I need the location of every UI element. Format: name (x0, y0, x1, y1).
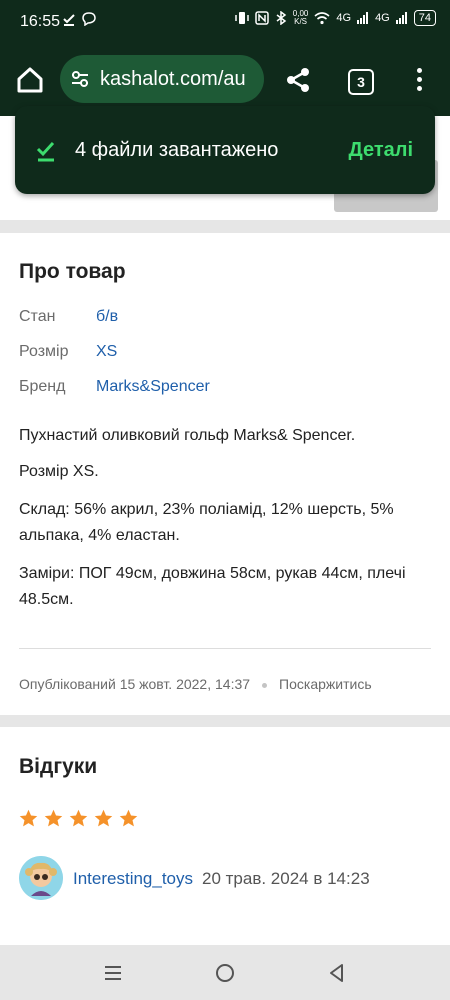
viber-icon (82, 12, 96, 27)
rating-stars (18, 808, 139, 829)
snackbar-message: 4 файли завантажено (75, 139, 279, 161)
signal-icon (357, 12, 369, 24)
description-line-4: Заміри: ПОГ 49см, довжина 58см, рукав 44… (19, 565, 406, 608)
vibrate-icon (235, 12, 249, 24)
system-nav-bar (0, 945, 450, 1000)
product-about-section: Про товар Стан б/в Розмір XS Бренд Marks… (0, 233, 450, 715)
tab-switcher-button[interactable]: 3 (348, 69, 374, 95)
back-nav-icon[interactable] (326, 962, 348, 984)
reviewer-name[interactable]: Interesting_toys (73, 869, 193, 889)
attr-brand-value[interactable]: Marks&Spencer (96, 378, 210, 396)
net-speed-unit: K/S (294, 17, 308, 26)
star-icon (119, 809, 138, 827)
listing-meta: Опублікований 15 жовт. 2022, 14:37 Поскар… (19, 676, 372, 692)
attr-size-label: Розмір (19, 343, 69, 360)
divider (19, 648, 431, 649)
star-icon (19, 809, 38, 827)
review-date: 20 трав. 2024 в 14:23 (202, 869, 370, 888)
recent-apps-icon[interactable] (102, 962, 124, 984)
download-done-icon (63, 14, 75, 26)
description-line-3: Склад: 56% акрил, 23% поліамід, 12% шерс… (19, 501, 394, 544)
status-time: 16:55 (20, 13, 61, 30)
attr-condition-label: Стан (19, 308, 56, 325)
star-icon (94, 809, 113, 827)
net-speed: 0,00 K/S (293, 10, 309, 26)
share-icon[interactable] (284, 66, 312, 94)
star-icon (44, 809, 63, 827)
reviews-title: Відгуки (19, 755, 98, 778)
download-complete-icon (36, 141, 55, 162)
reviews-section: Відгуки Interesting_toys 20 трав. 2024 в… (0, 727, 450, 945)
network-type-1: 4G (336, 12, 352, 24)
doll-avatar-icon (19, 856, 63, 900)
snackbar-details-button[interactable]: Деталі (348, 139, 413, 162)
reviewer-avatar[interactable] (19, 856, 63, 900)
attr-size-value[interactable]: XS (96, 343, 117, 361)
attr-brand-label: Бренд (19, 378, 66, 395)
network-type-2: 4G (375, 12, 390, 24)
report-link[interactable]: Поскаржитись (279, 676, 372, 692)
attr-condition-value[interactable]: б/в (96, 308, 118, 326)
description-line-1: Пухнастий оливковий гольф Marks& Spencer… (19, 427, 356, 444)
separator-dot (262, 682, 268, 688)
description-line-2: Розмір XS. (19, 463, 99, 480)
url-text: kashalot.com/au (100, 68, 246, 90)
overflow-menu-icon[interactable] (414, 68, 424, 94)
section-title: Про товар (19, 260, 126, 283)
bluetooth-icon (276, 11, 287, 25)
star-icon (69, 809, 88, 827)
home-nav-icon[interactable] (214, 962, 236, 984)
notification-icons (62, 12, 96, 29)
battery-indicator: 74 (413, 10, 436, 26)
published-date: Опублікований 15 жовт. 2022, 14:37 (19, 676, 251, 692)
status-right: 0,00 K/S 4G 4G 74 (235, 10, 436, 26)
download-snackbar: 4 файли завантажено Деталі (15, 106, 435, 194)
url-bar[interactable]: kashalot.com/au (60, 55, 264, 103)
site-settings-icon[interactable] (70, 69, 90, 89)
wifi-icon (314, 12, 330, 25)
status-bar: 16:55 0,00 K/S 4G 4G 74 (0, 0, 450, 44)
signal-icon-2 (395, 12, 407, 24)
nfc-icon (255, 11, 269, 25)
home-icon[interactable] (14, 64, 46, 96)
